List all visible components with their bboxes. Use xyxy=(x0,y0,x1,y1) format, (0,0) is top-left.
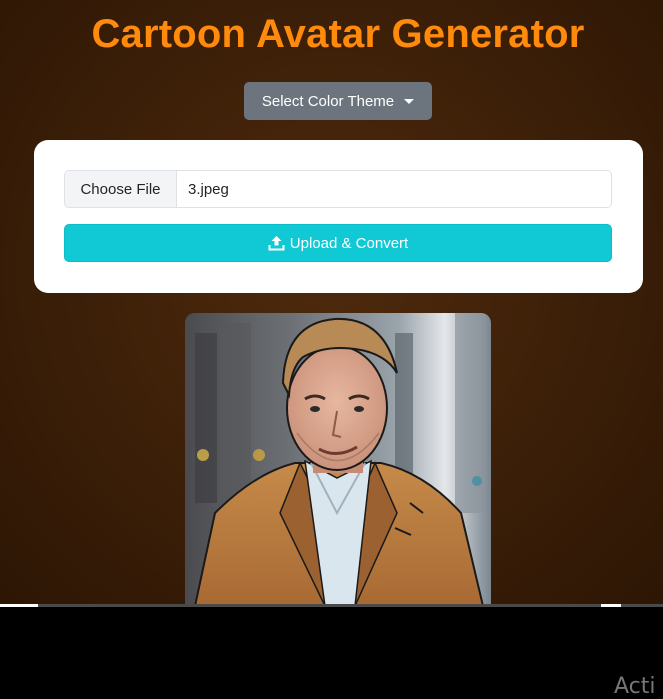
caret-down-icon xyxy=(404,98,415,104)
upload-icon xyxy=(268,236,285,251)
select-color-theme-dropdown[interactable]: Select Color Theme xyxy=(244,82,432,120)
bottom-black-bar xyxy=(0,607,663,694)
file-input[interactable]: Choose File 3.jpeg xyxy=(64,170,612,208)
upload-convert-label: Upload & Convert xyxy=(289,234,409,252)
activate-windows-watermark: Acti xyxy=(614,674,656,699)
app-page: Cartoon Avatar Generator Select Color Th… xyxy=(0,0,663,606)
upload-card: Choose File 3.jpeg Upload & Convert xyxy=(34,140,643,293)
selected-file-name: 3.jpeg xyxy=(188,180,229,198)
avatar-result-image xyxy=(185,313,491,606)
choose-file-button[interactable]: Choose File xyxy=(65,171,177,207)
avatar-portrait xyxy=(185,313,491,606)
dropdown-label: Select Color Theme xyxy=(261,92,395,110)
page-title: Cartoon Avatar Generator xyxy=(91,12,585,56)
upload-convert-button[interactable]: Upload & Convert xyxy=(64,224,612,262)
